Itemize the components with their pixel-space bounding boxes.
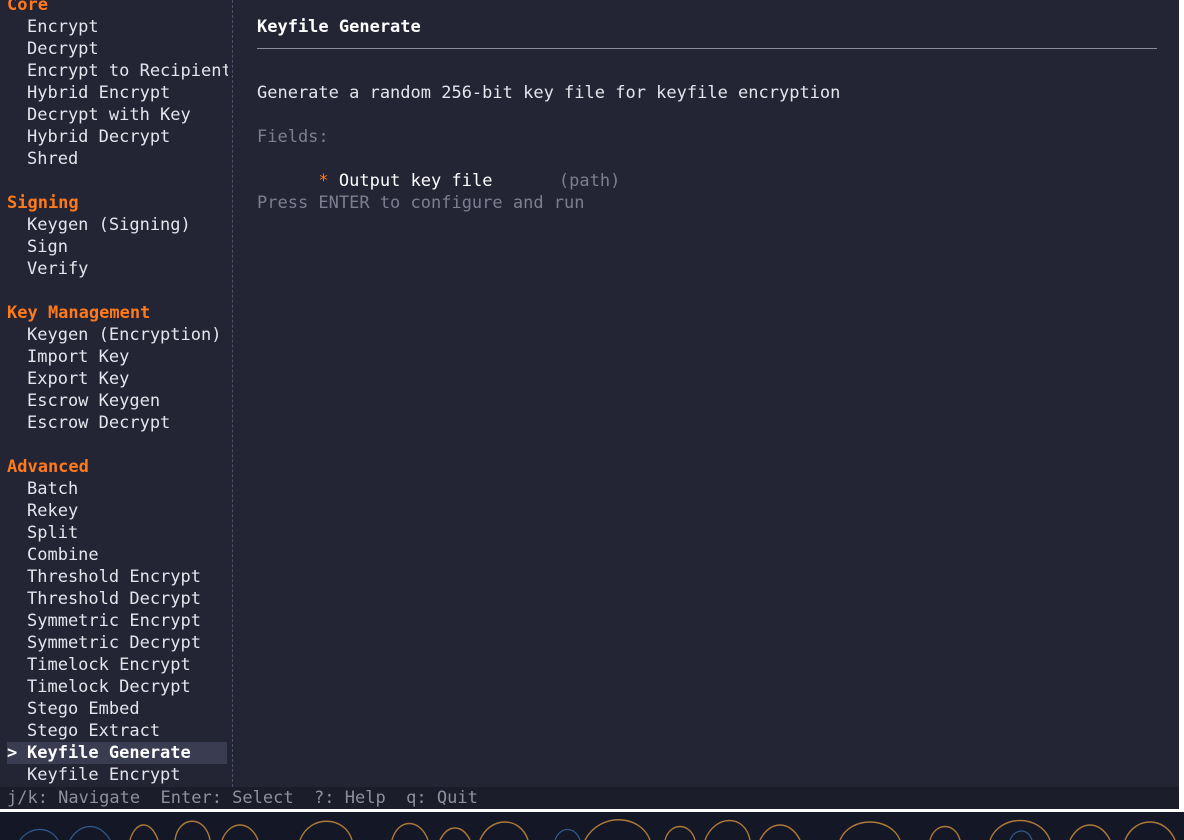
field-output-key-file: * Output key file (path) (257, 148, 620, 191)
detail-title: Keyfile Generate (257, 17, 421, 37)
sidebar-section-header: Advanced (7, 457, 89, 477)
sidebar-item[interactable]: Stego Extract (7, 720, 227, 742)
wallpaper-pattern (0, 812, 1184, 840)
sidebar-item[interactable]: Hybrid Encrypt (7, 82, 227, 104)
pane-divider (232, 0, 233, 787)
sidebar-section-header: Signing (7, 193, 79, 213)
sidebar-item[interactable]: Escrow Keygen (7, 390, 227, 412)
field-type: (path) (558, 171, 621, 191)
sidebar-item[interactable]: Escrow Decrypt (7, 412, 227, 434)
sidebar-item[interactable]: Import Key (7, 346, 227, 368)
sidebar-item[interactable]: Keygen (Signing) (7, 214, 227, 236)
sidebar-item[interactable]: Threshold Encrypt (7, 566, 227, 588)
sidebar-item[interactable]: Encrypt to Recipient (7, 60, 228, 82)
sidebar-item-selected[interactable]: > Keyfile Generate (7, 742, 227, 764)
sidebar-item[interactable]: Verify (7, 258, 227, 280)
sidebar-item[interactable]: Hybrid Decrypt (7, 126, 227, 148)
selection-caret-icon: > (7, 743, 18, 763)
sidebar-item-label: Keyfile Generate (27, 743, 191, 763)
detail-description: Generate a random 256-bit key file for k… (257, 83, 841, 103)
window-edge-right (1179, 0, 1184, 812)
fields-label: Fields: (257, 127, 329, 147)
sidebar-item[interactable]: Batch (7, 478, 227, 500)
sidebar-item[interactable]: Stego Embed (7, 698, 227, 720)
sidebar-item[interactable]: Rekey (7, 500, 227, 522)
sidebar-item[interactable]: Keygen (Encryption) (7, 324, 227, 346)
sidebar-item[interactable]: Decrypt with Key (7, 104, 227, 126)
required-marker: * (318, 171, 329, 191)
status-bar: j/k: Navigate Enter: Select ?: Help q: Q… (0, 787, 1179, 809)
sidebar-item[interactable]: Sign (7, 236, 227, 258)
sidebar-item[interactable]: Symmetric Decrypt (7, 632, 227, 654)
sidebar-item[interactable]: Timelock Decrypt (7, 676, 227, 698)
sidebar-item[interactable]: Symmetric Encrypt (7, 610, 227, 632)
sidebar-item[interactable]: Export Key (7, 368, 227, 390)
run-hint: Press ENTER to configure and run (257, 193, 585, 213)
terminal-window: Core Encrypt Decrypt Encrypt to Recipient Hy… (0, 0, 1179, 809)
title-rule (257, 48, 1157, 49)
sidebar-section-header: Core (7, 0, 48, 15)
sidebar-item[interactable]: Shred (7, 148, 227, 170)
command-sidebar: Core Encrypt Decrypt Encrypt to Recipient Hy… (0, 0, 228, 787)
sidebar-item[interactable]: Encrypt (7, 16, 227, 38)
sidebar-item[interactable]: Threshold Decrypt (7, 588, 227, 610)
sidebar-item[interactable]: Split (7, 522, 227, 544)
desktop-wallpaper (0, 812, 1184, 840)
sidebar-section-header: Key Management (7, 303, 151, 323)
sidebar-item[interactable]: Combine (7, 544, 227, 566)
field-name: Output key file (338, 171, 493, 191)
sidebar-item[interactable]: Timelock Encrypt (7, 654, 227, 676)
sidebar-item[interactable]: Decrypt (7, 38, 227, 60)
sidebar-item[interactable]: Keyfile Encrypt (7, 764, 227, 786)
